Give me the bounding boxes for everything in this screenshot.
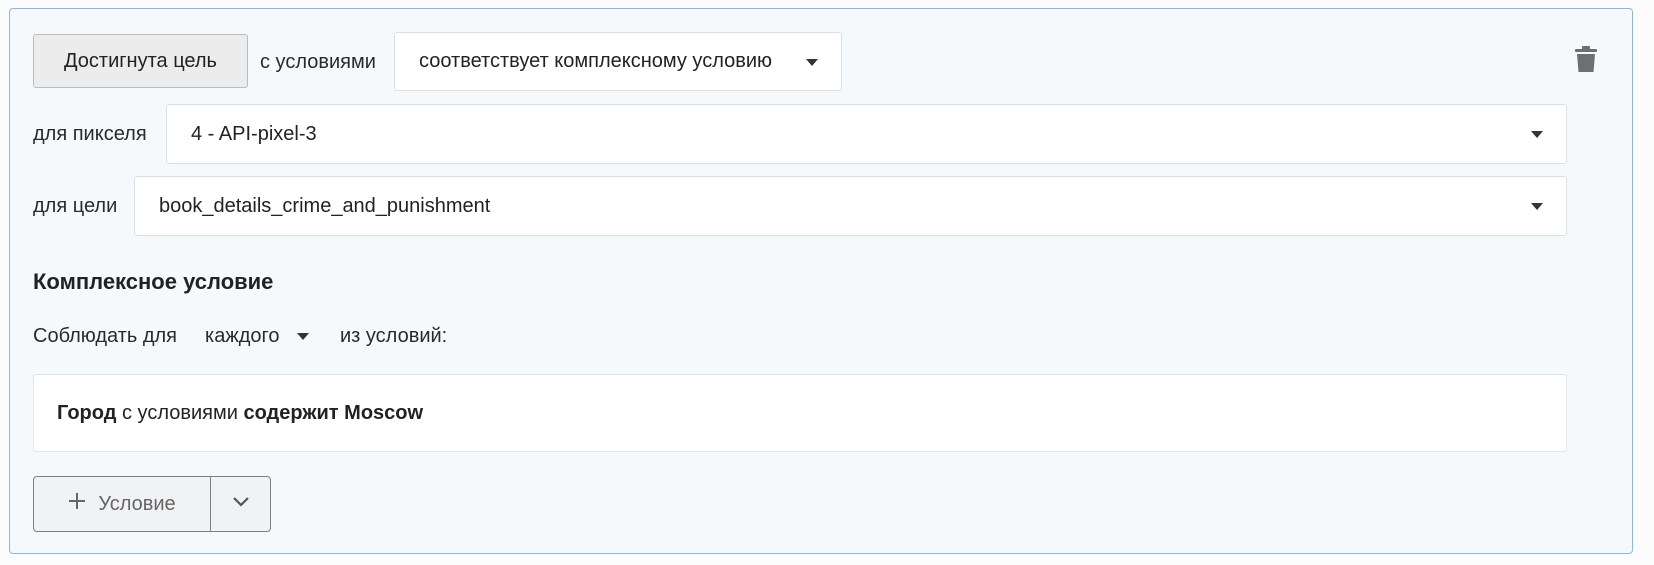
- complex-condition-heading: Комплексное условие: [33, 269, 274, 294]
- goal-select[interactable]: book_details_crime_and_punishment: [134, 176, 1567, 236]
- add-condition-menu-toggle[interactable]: [211, 477, 270, 531]
- add-condition-split-button: Условие: [33, 476, 271, 532]
- condition-item[interactable]: Город с условиями содержит Moscow: [33, 374, 1567, 452]
- pixel-label: для пикселя: [33, 123, 147, 145]
- caret-down-icon: [297, 332, 310, 340]
- condition-value: Moscow: [344, 401, 424, 424]
- quantifier-value: каждого: [205, 325, 280, 347]
- pixel-select-value: 4 - API-pixel-3: [191, 122, 317, 145]
- condition-type-select[interactable]: соответствует комплексному условию: [394, 32, 842, 91]
- condition-connector: с условиями: [122, 401, 238, 424]
- goal-select-value: book_details_crime_and_punishment: [159, 194, 491, 217]
- trash-icon[interactable]: [1575, 46, 1597, 72]
- with-conditions-label: с условиями: [260, 51, 376, 73]
- add-condition-label: Условие: [98, 492, 176, 515]
- caret-down-icon: [1531, 131, 1543, 138]
- condition-type-value: соответствует комплексному условию: [419, 50, 773, 72]
- caret-down-icon: [806, 59, 818, 66]
- of-conditions-label: из условий:: [340, 325, 448, 347]
- goal-reached-button[interactable]: Достигнута цель: [33, 34, 248, 88]
- pixel-select[interactable]: 4 - API-pixel-3: [166, 104, 1567, 164]
- chevron-down-icon: [232, 495, 250, 513]
- quantifier-select[interactable]: каждого: [205, 324, 310, 348]
- condition-operator: содержит: [243, 401, 339, 424]
- add-condition-button[interactable]: Условие: [34, 477, 211, 531]
- caret-down-icon: [1531, 203, 1543, 210]
- goal-label: для цели: [33, 195, 118, 217]
- observe-for-label: Соблюдать для: [33, 325, 178, 347]
- condition-field: Город: [57, 401, 117, 424]
- plus-icon: [68, 492, 86, 516]
